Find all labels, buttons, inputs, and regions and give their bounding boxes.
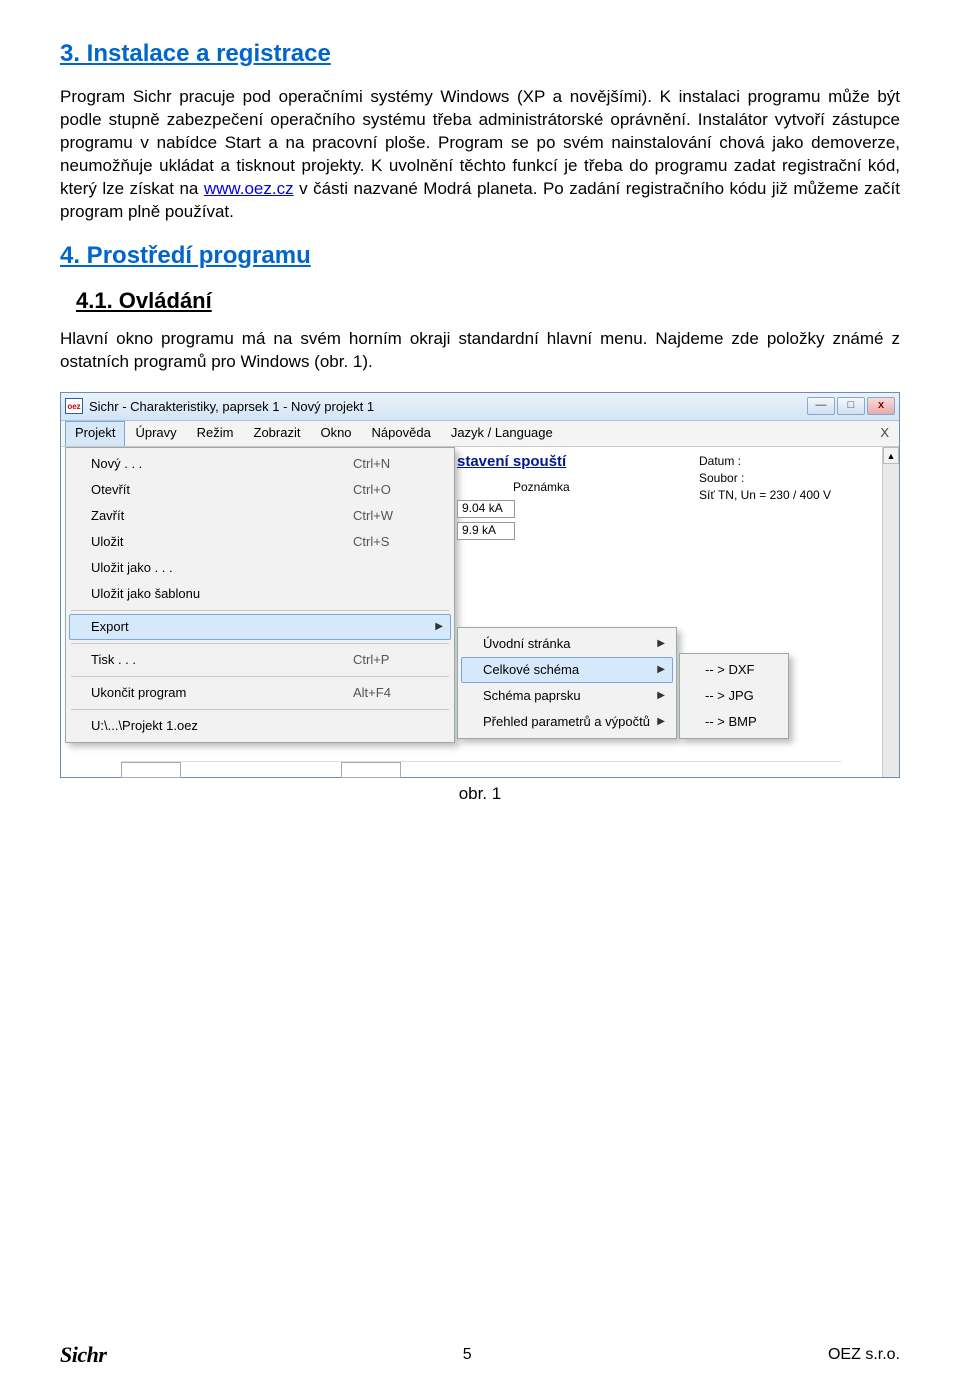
menu-item-ulozit-jako[interactable]: Uložit jako . . . [69,555,451,581]
menu-item-ulozit[interactable]: Uložit Ctrl+S [69,529,451,555]
window-titlebar: oez Sichr - Charakteristiky, paprsek 1 -… [61,393,899,421]
format-label: -- > DXF [705,662,777,677]
menu-item-label: Uložit jako šablonu [91,586,353,601]
submenu-item-label: Úvodní stránka [483,636,651,651]
window-minimize-button[interactable]: — [807,397,835,415]
label-sit: Síť TN, Un = 230 / 400 V [699,488,889,502]
scroll-up-icon[interactable]: ▲ [883,447,899,464]
menu-item-shortcut: Ctrl+W [353,508,443,523]
menu-separator [71,610,449,611]
label-datum: Datum : [699,454,889,468]
menu-item-otevrit[interactable]: Otevřít Ctrl+O [69,477,451,503]
menu-separator [71,709,449,710]
menu-projekt[interactable]: Projekt [65,421,125,446]
window-title: Sichr - Charakteristiky, paprsek 1 - Nov… [89,399,807,414]
menu-item-label: Otevřít [91,482,353,497]
workarea: Nový . . . Ctrl+N Otevřít Ctrl+O Zavřít … [61,447,899,777]
midstrip: stavení spouští Poznámka 9.04 kA 9.9 kA [457,447,677,540]
window-maximize-button[interactable]: □ [837,397,865,415]
menu-item-label: Uložit jako . . . [91,560,353,575]
submenu-item-label: Schéma paprsku [483,688,651,703]
heading-3: 3. Instalace a registrace [60,40,900,68]
value-2: 9.9 kA [457,522,515,540]
submenu-formats: -- > DXF -- > JPG -- > BMP [679,653,789,739]
menu-rezim[interactable]: Režim [187,421,244,446]
submenu-item-prehled[interactable]: Přehled parametrů a výpočtů ▶ [461,709,673,735]
menu-item-label: U:\...\Projekt 1.oez [91,718,443,733]
menu-item-label: Zavřít [91,508,353,523]
menu-jazyk[interactable]: Jazyk / Language [441,421,563,446]
submenu-item-celkove[interactable]: Celkové schéma ▶ [461,657,673,683]
format-jpg[interactable]: -- > JPG [683,683,785,709]
menu-item-label: Tisk . . . [91,652,353,667]
pane-close-x[interactable]: X [870,421,899,446]
menu-item-ulozit-sablonu[interactable]: Uložit jako šablonu [69,581,451,607]
menu-item-shortcut: Ctrl+P [353,652,443,667]
midstrip-heading: stavení spouští [457,453,677,470]
app-icon: oez [65,398,83,414]
menu-napoveda[interactable]: Nápověda [362,421,441,446]
menu-item-label: Uložit [91,534,353,549]
menu-item-label: Ukončit program [91,685,353,700]
footer-company: OEZ s.r.o. [828,1346,900,1364]
heading-4: 4. Prostředí programu [60,242,900,270]
chevron-right-icon: ▶ [435,621,443,632]
chevron-right-icon: ▶ [657,638,665,649]
menu-item-tisk[interactable]: Tisk . . . Ctrl+P [69,647,451,673]
bottom-inputs [121,761,841,779]
window-close-button[interactable]: x [867,397,895,415]
dropdown-projekt: Nový . . . Ctrl+N Otevřít Ctrl+O Zavřít … [65,447,455,743]
value-1: 9.04 kA [457,500,515,518]
footer-logo: Sichr [60,1342,106,1368]
bottom-input-1[interactable] [121,762,181,778]
app-window: oez Sichr - Charakteristiky, paprsek 1 -… [60,392,900,778]
para-4-1: Hlavní okno programu má na svém horním o… [60,328,900,374]
vertical-scrollbar[interactable]: ▲ [882,447,899,777]
bottom-input-2[interactable] [341,762,401,778]
menu-item-novy[interactable]: Nový . . . Ctrl+N [69,451,451,477]
menubar: Projekt Úpravy Režim Zobrazit Okno Nápov… [61,421,899,447]
menu-separator [71,643,449,644]
format-bmp[interactable]: -- > BMP [683,709,785,735]
format-dxf[interactable]: -- > DXF [683,657,785,683]
menu-item-shortcut: Alt+F4 [353,685,443,700]
menu-item-export[interactable]: Export ▶ [69,614,451,640]
menu-item-zavrit[interactable]: Zavřít Ctrl+W [69,503,451,529]
chevron-right-icon: ▶ [657,664,665,675]
menu-item-label: Export [91,619,339,634]
footer-page-number: 5 [463,1346,472,1364]
submenu-item-label: Přehled parametrů a výpočtů [483,714,651,729]
menu-item-shortcut: Ctrl+O [353,482,443,497]
menu-item-shortcut: Ctrl+S [353,534,443,549]
menu-item-ukoncit[interactable]: Ukončit program Alt+F4 [69,680,451,706]
submenu-item-paprsku[interactable]: Schéma paprsku ▶ [461,683,673,709]
submenu-item-uvodni[interactable]: Úvodní stránka ▶ [461,631,673,657]
page-footer: Sichr 5 OEZ s.r.o. [60,1342,900,1368]
chevron-right-icon: ▶ [657,690,665,701]
para-3: Program Sichr pracuje pod operačními sys… [60,86,900,224]
figure-caption: obr. 1 [60,784,900,804]
label-soubor: Soubor : [699,471,889,485]
submenu-export: Úvodní stránka ▶ Celkové schéma ▶ Schéma… [457,627,677,739]
link-oez[interactable]: www.oez.cz [204,179,294,198]
chevron-right-icon: ▶ [657,716,665,727]
format-label: -- > JPG [705,688,777,703]
menu-item-recent[interactable]: U:\...\Projekt 1.oez [69,713,451,739]
heading-4-1: 4.1. Ovládání [76,288,900,314]
menu-okno[interactable]: Okno [310,421,361,446]
midstrip-note-label: Poznámka [513,480,677,494]
right-panel: Datum : Soubor : Síť TN, Un = 230 / 400 … [699,451,889,505]
menu-item-shortcut: Ctrl+N [353,456,443,471]
submenu-item-label: Celkové schéma [483,662,651,677]
menu-separator [71,676,449,677]
format-label: -- > BMP [705,714,777,729]
menu-zobrazit[interactable]: Zobrazit [244,421,311,446]
menu-item-label: Nový . . . [91,456,353,471]
menu-upravy[interactable]: Úpravy [125,421,186,446]
